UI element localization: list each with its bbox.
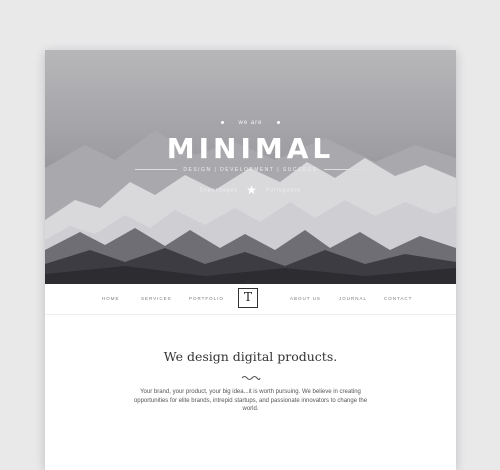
hero-tagline: DESIGN | DEVELOPMENT | SUCCESS <box>45 167 456 173</box>
nav-services[interactable]: SERVICES <box>141 296 172 301</box>
star-icon: ★ <box>246 183 258 197</box>
nav-home[interactable]: HOME <box>102 296 120 301</box>
hero-byline: Copenhagen ★ Portuguese <box>45 183 456 197</box>
squiggle-divider-icon <box>241 376 261 380</box>
dot-icon <box>276 120 280 124</box>
divider-line <box>323 169 366 171</box>
logo-mark-icon[interactable]: T <box>238 288 258 308</box>
intro-body: Your brand, your product, your big idea.… <box>133 389 368 412</box>
nav-about-us[interactable]: ABOUT US <box>290 296 321 301</box>
nav-portfolio[interactable]: PORTFOLIO <box>189 296 224 301</box>
logo-caret-icon <box>245 281 251 284</box>
tagline-text: DESIGN | DEVELOPMENT | SUCCESS <box>183 167 318 173</box>
nav-contact[interactable]: CONTACT <box>384 296 412 301</box>
dot-icon <box>221 120 225 124</box>
website-preview: we are MINIMAL DESIGN | DEVELOPMENT | SU… <box>45 50 456 470</box>
byline-right: Portuguese <box>265 187 302 194</box>
kicker-text: we are <box>238 120 263 126</box>
divider-line <box>135 169 178 171</box>
nav-journal[interactable]: JOURNAL <box>339 296 367 301</box>
byline-left: Copenhagen <box>199 187 239 194</box>
intro-headline: We design digital products. <box>163 349 338 364</box>
hero-title: MINIMAL <box>166 132 335 165</box>
hero-kicker: we are <box>45 120 456 126</box>
main-navigation: HOME SERVICES PORTFOLIO T ABOUT US JOURN… <box>45 281 456 315</box>
hero-section: we are MINIMAL DESIGN | DEVELOPMENT | SU… <box>45 50 456 284</box>
